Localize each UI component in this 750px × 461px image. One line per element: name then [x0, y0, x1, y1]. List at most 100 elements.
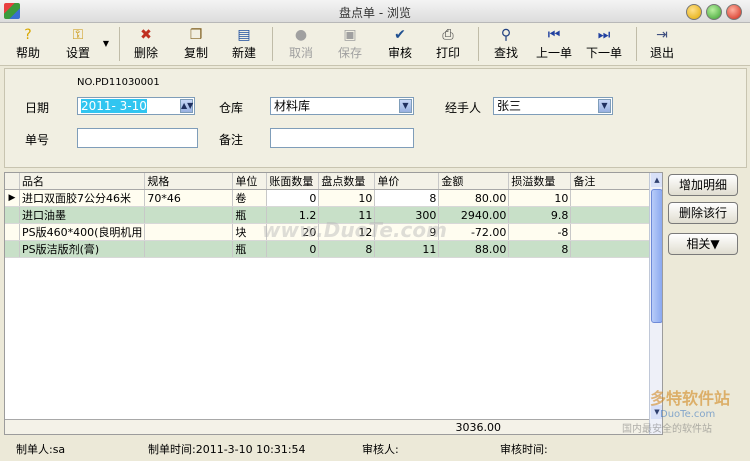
save-button[interactable]: ▣ 保存 — [332, 25, 368, 63]
next-icon: ⏭ — [597, 27, 611, 43]
cancel-button[interactable]: ● 取消 — [283, 25, 319, 63]
table-cell[interactable]: 进口双面胶7公分46米 — [19, 189, 146, 207]
new-button[interactable]: ▤ 新建 — [226, 25, 262, 63]
scroll-up-icon[interactable]: ▲ — [651, 173, 662, 187]
chevron-down-icon[interactable]: ▼ — [399, 99, 412, 113]
table-cell[interactable]: 瓶 — [232, 240, 268, 258]
previous-icon: ⏮ — [547, 27, 561, 43]
row-header — [5, 240, 20, 258]
table-cell[interactable]: PS版460*400(良明机用 — [19, 223, 146, 241]
previous-button[interactable]: ⏮ 上一单 — [532, 25, 576, 63]
related-dropdown-button[interactable]: 相关▼ — [668, 233, 738, 255]
toolbar-separator — [636, 27, 637, 61]
toolbar-separator — [478, 27, 479, 61]
table-row[interactable]: ▶ 进口双面胶7公分46米 70*46 卷 0 10 8 80.00 10 — [5, 189, 652, 207]
audit-button[interactable]: ✔ 审核 — [382, 25, 418, 63]
detail-grid[interactable]: 品名 规格 单位 账面数量 盘点数量 单价 金额 损溢数量 备注 ▶ 进口双面胶… — [4, 172, 663, 435]
settings-dropdown[interactable]: ▼ — [100, 25, 112, 63]
column-header[interactable]: 备注 — [570, 173, 652, 190]
current-row-indicator-icon: ▶ — [5, 189, 20, 207]
table-cell[interactable]: 8 — [374, 189, 440, 207]
table-cell[interactable] — [144, 240, 234, 258]
cancel-icon: ● — [294, 27, 308, 43]
delete-button[interactable]: ✖ 删除 — [128, 25, 164, 63]
status-bar: 制单人:sa 制单时间:2011-3-10 10:31:54 审核人: 审核时间… — [0, 437, 750, 461]
maximize-button[interactable] — [706, 4, 722, 20]
auditor-text: 审核人: — [362, 443, 399, 456]
toolbar: ? 帮助 ⚿ 设置 ▼ ✖ 删除 ❐ 复制 ▤ 新建 ● 取消 ▣ 保存 ✔ 审… — [0, 23, 750, 66]
add-detail-button[interactable]: 增加明细 — [668, 174, 738, 196]
table-cell[interactable] — [570, 206, 652, 224]
column-header[interactable]: 账面数量 — [266, 173, 320, 190]
table-cell[interactable]: 10 — [318, 189, 376, 207]
table-cell[interactable] — [570, 223, 652, 241]
handler-select[interactable]: 张三 ▼ — [493, 97, 613, 115]
table-cell[interactable]: 80.00 — [438, 189, 510, 207]
chevron-down-icon[interactable]: ▼ — [598, 99, 611, 113]
table-row[interactable]: PS版洁版剂(膏) 瓶 0 8 11 88.00 8 — [5, 240, 652, 258]
settings-button[interactable]: ⚿ 设置 — [60, 25, 96, 63]
next-button[interactable]: ⏭ 下一单 — [582, 25, 626, 63]
table-cell[interactable]: 0 — [266, 240, 320, 258]
number-label: 单号 — [25, 133, 50, 147]
number-field[interactable] — [77, 128, 198, 148]
column-header[interactable]: 损溢数量 — [508, 173, 572, 190]
delete-icon: ✖ — [140, 27, 152, 43]
audit-time-text: 审核时间: — [500, 443, 548, 456]
delete-row-button[interactable]: 删除该行 — [668, 202, 738, 224]
close-button[interactable] — [726, 4, 742, 20]
table-cell[interactable]: PS版洁版剂(膏) — [19, 240, 146, 258]
row-header — [5, 223, 20, 241]
print-button[interactable]: ⎙ 打印 — [430, 25, 466, 63]
exit-door-icon: ⇥ — [656, 27, 668, 43]
date-field[interactable]: 2011- 3-10 ▲▼ — [77, 97, 195, 115]
watermark-overlay: www.DuoTe.com — [262, 218, 447, 242]
document-number: NO.PD11030001 — [77, 77, 160, 88]
table-cell[interactable]: 2940.00 — [438, 206, 510, 224]
table-cell[interactable]: 88.00 — [438, 240, 510, 258]
key-icon: ⚿ — [72, 27, 84, 43]
table-cell[interactable]: 进口油墨 — [19, 206, 146, 224]
toolbar-separator — [119, 27, 120, 61]
column-header[interactable]: 金额 — [438, 173, 510, 190]
find-button[interactable]: ⚲ 查找 — [488, 25, 524, 63]
help-button[interactable]: ? 帮助 — [10, 25, 46, 63]
created-time-text: 制单时间:2011-3-10 10:31:54 — [148, 443, 306, 456]
printer-icon: ⎙ — [442, 27, 454, 43]
chevron-down-icon: ▼ — [102, 39, 110, 48]
table-cell[interactable]: 卷 — [232, 189, 268, 207]
table-cell[interactable]: -8 — [508, 223, 572, 241]
column-header[interactable]: 规格 — [144, 173, 234, 190]
watermark-logo: 多特软件站 DuoTe.com 国内最安全的软件站 — [620, 385, 750, 445]
date-label: 日期 — [25, 101, 50, 115]
table-cell[interactable]: 70*46 — [144, 189, 234, 207]
new-document-icon: ▤ — [237, 27, 251, 43]
title-bar: 盘点单 - 浏览 — [0, 0, 750, 23]
table-cell[interactable] — [144, 223, 234, 241]
exit-button[interactable]: ⇥ 退出 — [644, 25, 680, 63]
copy-button[interactable]: ❐ 复制 — [178, 25, 214, 63]
warehouse-select[interactable]: 材料库 ▼ — [270, 97, 414, 115]
grid-header-row: 品名 规格 单位 账面数量 盘点数量 单价 金额 损溢数量 备注 — [5, 173, 652, 190]
minimize-button[interactable] — [686, 4, 702, 20]
column-header[interactable]: 单位 — [232, 173, 268, 190]
table-cell[interactable]: 9.8 — [508, 206, 572, 224]
table-cell[interactable] — [570, 189, 652, 207]
remark-field[interactable] — [270, 128, 414, 148]
scrollbar-thumb[interactable] — [651, 189, 662, 323]
spinner-icon[interactable]: ▲▼ — [180, 99, 193, 113]
table-cell[interactable]: -72.00 — [438, 223, 510, 241]
table-cell[interactable] — [570, 240, 652, 258]
header-form: NO.PD11030001 日期 2011- 3-10 ▲▼ 仓库 材料库 ▼ … — [4, 68, 747, 168]
table-cell[interactable]: 0 — [266, 189, 320, 207]
table-cell[interactable]: 10 — [508, 189, 572, 207]
table-cell[interactable]: 8 — [508, 240, 572, 258]
column-header[interactable]: 单价 — [374, 173, 440, 190]
help-icon: ? — [24, 27, 32, 43]
column-header[interactable]: 盘点数量 — [318, 173, 376, 190]
table-cell[interactable]: 11 — [374, 240, 440, 258]
toolbar-separator — [272, 27, 273, 61]
column-header[interactable]: 品名 — [19, 173, 146, 190]
table-cell[interactable]: 8 — [318, 240, 376, 258]
table-cell[interactable] — [144, 206, 234, 224]
